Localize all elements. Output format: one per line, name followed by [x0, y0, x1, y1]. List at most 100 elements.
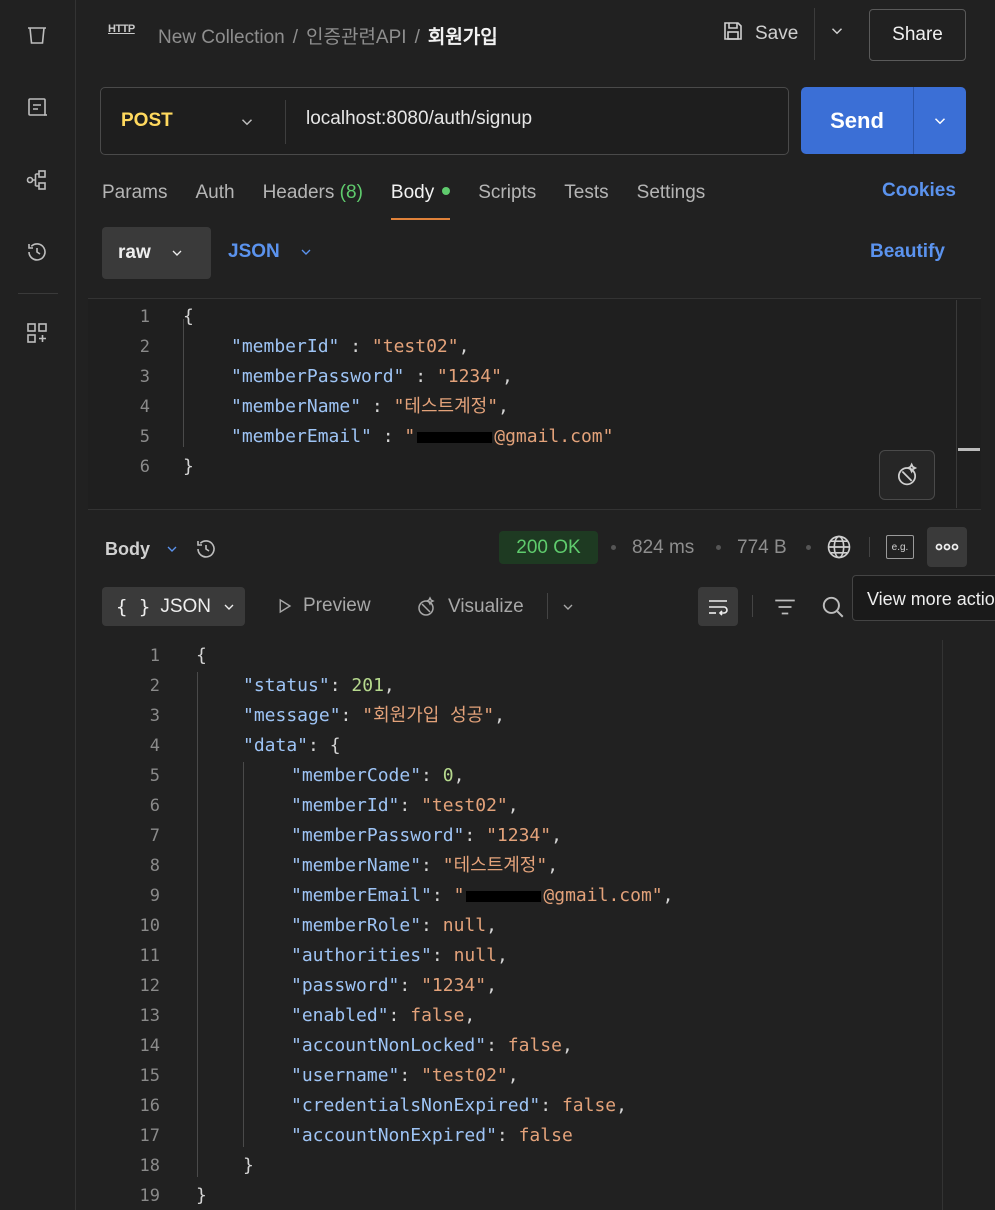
- line-number: 1: [139, 307, 150, 327]
- ai-assist-button[interactable]: [879, 450, 935, 500]
- code-line: "credentialsNonExpired": false,: [291, 1095, 627, 1116]
- tab-body[interactable]: Body: [390, 180, 451, 220]
- indent-guide: [183, 319, 184, 447]
- line-number: 17: [139, 1126, 160, 1146]
- chevron-down-icon: [301, 249, 311, 255]
- beautify-button[interactable]: Beautify: [870, 241, 945, 263]
- code-line: {: [196, 645, 207, 666]
- response-body-label: Body: [105, 538, 150, 559]
- editor-scrollbar[interactable]: [956, 300, 957, 508]
- method-chevron-down-icon[interactable]: [238, 113, 256, 136]
- response-format-select[interactable]: { } JSON: [102, 587, 245, 626]
- response-time[interactable]: 824 ms: [632, 537, 694, 559]
- search-icon[interactable]: [820, 594, 846, 625]
- redacted-block: [417, 431, 493, 443]
- collections-icon[interactable]: [22, 20, 52, 50]
- line-number: 16: [139, 1096, 160, 1116]
- preview-button[interactable]: Preview: [275, 595, 371, 617]
- body-modified-dot: [442, 186, 451, 195]
- code-line: "memberEmail": " @gmail.com",: [291, 885, 674, 906]
- save-label: Save: [755, 23, 799, 44]
- response-body-select[interactable]: Body: [105, 537, 218, 561]
- tab-scripts[interactable]: Scripts: [478, 180, 536, 220]
- preview-label: Preview: [303, 595, 371, 616]
- chevron-down-icon: [224, 604, 234, 610]
- indent-guide: [243, 762, 244, 1147]
- status-badge[interactable]: 200 OK: [499, 531, 598, 564]
- code-line: "data": {: [243, 735, 341, 756]
- code-line: "memberPassword" : "1234",: [231, 366, 513, 387]
- line-number: 7: [149, 826, 160, 846]
- breadcrumb-request[interactable]: 회원가입: [428, 27, 498, 48]
- sidebar-rail: [0, 0, 76, 1210]
- globe-icon[interactable]: [825, 533, 853, 566]
- send-button[interactable]: Send: [801, 87, 913, 154]
- breadcrumb-folder[interactable]: 인증관련API: [306, 27, 407, 48]
- code-line: "memberRole": null,: [291, 915, 497, 936]
- line-number: 6: [149, 796, 160, 816]
- environments-icon[interactable]: [22, 92, 52, 122]
- cookies-link[interactable]: Cookies: [882, 180, 956, 202]
- indent-guide: [197, 672, 198, 1177]
- line-number: 2: [139, 337, 150, 357]
- body-type-select[interactable]: raw: [102, 227, 211, 279]
- apps-icon[interactable]: [22, 318, 52, 348]
- tab-tests[interactable]: Tests: [564, 180, 608, 220]
- response-size[interactable]: 774 B: [737, 537, 787, 559]
- line-number: 12: [139, 976, 160, 996]
- share-button[interactable]: Share: [869, 9, 966, 61]
- send-options-chevron-down-icon[interactable]: [913, 87, 966, 154]
- tab-settings[interactable]: Settings: [637, 180, 706, 220]
- code-line: "password": "1234",: [291, 975, 497, 996]
- flows-icon[interactable]: [22, 165, 52, 195]
- line-number: 3: [139, 367, 150, 387]
- url-input[interactable]: [306, 108, 766, 130]
- more-icon: [935, 543, 959, 551]
- code-line: "memberName": "테스트계정",: [291, 855, 559, 876]
- line-number: 14: [139, 1036, 160, 1056]
- tab-auth[interactable]: Auth: [195, 180, 234, 220]
- code-line: }: [196, 1185, 207, 1206]
- visualize-chevron-down-icon[interactable]: [560, 599, 576, 620]
- tooltip: View more actions: [852, 575, 995, 621]
- code-line: "memberEmail" : " @gmail.com": [231, 426, 614, 447]
- tab-params[interactable]: Params: [102, 180, 167, 220]
- chevron-down-icon: [167, 546, 177, 552]
- breadcrumb: New Collection / 인증관련API / 회원가입: [158, 22, 498, 49]
- code-line: "accountNonLocked": false,: [291, 1035, 573, 1056]
- request-tabs: Params Auth Headers (8) Body Scripts Tes…: [102, 180, 705, 220]
- code-line: "enabled": false,: [291, 1005, 476, 1026]
- headers-count: (8): [339, 182, 363, 203]
- save-button[interactable]: Save: [721, 15, 798, 53]
- body-format-select[interactable]: JSON: [228, 241, 314, 263]
- line-number: 19: [139, 1186, 160, 1206]
- history-icon[interactable]: [22, 237, 52, 267]
- save-icon: [721, 19, 745, 49]
- response-body-viewer[interactable]: 1 2 3 4 5 6 7 8 9 10 11 12 13 14 15 16 1…: [88, 638, 995, 1210]
- url-divider: [285, 100, 286, 144]
- scroll-thumb[interactable]: [958, 448, 980, 451]
- request-body-editor[interactable]: 1 2 3 4 5 6 { "memberId" : "test02", "me…: [88, 298, 981, 510]
- meta-separator: [611, 545, 616, 550]
- breadcrumb-sep: /: [414, 27, 420, 48]
- code-line: "memberId": "test02",: [291, 795, 519, 816]
- tab-headers[interactable]: Headers (8): [263, 180, 363, 220]
- breadcrumb-collection[interactable]: New Collection: [158, 27, 285, 48]
- code-line: "username": "test02",: [291, 1065, 519, 1086]
- save-as-example-button[interactable]: e.g.: [886, 535, 914, 559]
- line-number: 5: [139, 427, 150, 447]
- line-number: 1: [149, 646, 160, 666]
- line-number: 10: [139, 916, 160, 936]
- method-select[interactable]: POST: [121, 110, 173, 132]
- save-options-chevron-down-icon[interactable]: [828, 22, 846, 45]
- response-scrollbar[interactable]: [942, 640, 943, 1210]
- body-type-label: raw: [118, 242, 151, 263]
- filter-icon[interactable]: [772, 594, 798, 625]
- visualize-button[interactable]: Visualize: [414, 595, 524, 619]
- wrap-lines-button[interactable]: [698, 587, 738, 626]
- line-number: 9: [149, 886, 160, 906]
- request-header: HTTP New Collection / 인증관련API / 회원가입 Save Sh…: [76, 0, 995, 70]
- meta-divider: [869, 537, 870, 557]
- url-bar: POST: [100, 87, 789, 155]
- more-actions-button[interactable]: [927, 527, 967, 567]
